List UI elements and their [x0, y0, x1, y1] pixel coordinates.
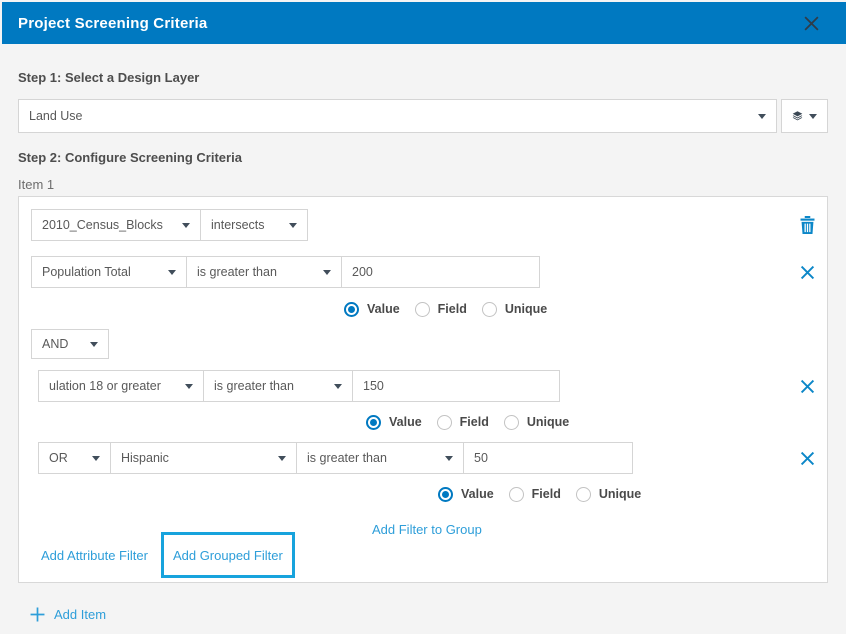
filter-field-select[interactable]: Population Total — [31, 256, 187, 288]
radio-label[interactable]: Value — [367, 302, 400, 316]
group-filter-field-select[interactable]: ulation 18 or greater — [38, 370, 204, 402]
group-filter-value-input[interactable] — [352, 370, 560, 402]
spatial-operator-select[interactable]: intersects — [200, 209, 308, 241]
chevron-down-icon — [289, 223, 297, 228]
radio-option-field[interactable]: Field — [437, 415, 489, 430]
group-filter-field-value: Hispanic — [121, 451, 169, 465]
radio-option-unique[interactable]: Unique — [482, 302, 547, 317]
group-filter-operator-value: is greater than — [214, 379, 294, 393]
radio-icon[interactable] — [482, 302, 497, 317]
remove-filter-icon[interactable] — [800, 379, 815, 394]
chevron-down-icon — [323, 270, 331, 275]
attribute-filter-row: Population Total is greater than — [31, 256, 815, 288]
group-filter-operator-value: is greater than — [307, 451, 387, 465]
dialog-header: Project Screening Criteria — [2, 2, 846, 44]
filter-field-value: Population Total — [42, 265, 131, 279]
remove-filter-icon[interactable] — [800, 451, 815, 466]
chevron-down-icon — [278, 456, 286, 461]
filter-operator-select[interactable]: is greater than — [186, 256, 342, 288]
step2-label: Step 2: Configure Screening Criteria — [18, 150, 828, 165]
radio-label[interactable]: Field — [438, 302, 467, 316]
project-screening-dialog: Project Screening Criteria Step 1: Selec… — [0, 2, 846, 622]
group-conjunction-select[interactable]: AND — [31, 329, 109, 359]
radio-option-field[interactable]: Field — [415, 302, 467, 317]
add-attribute-filter-link[interactable]: Add Attribute Filter — [41, 548, 148, 563]
criteria-layer-value: 2010_Census_Blocks — [42, 218, 163, 232]
radio-option-field[interactable]: Field — [509, 487, 561, 502]
group-filter-operator-select[interactable]: is greater than — [203, 370, 353, 402]
chevron-down-icon — [90, 342, 98, 347]
radio-option-unique[interactable]: Unique — [576, 487, 641, 502]
group-filter-row: OR Hispanic is greater than — [38, 442, 815, 474]
filter-conjunction-value: OR — [49, 451, 68, 465]
radio-icon[interactable] — [504, 415, 519, 430]
spatial-operator-value: intersects — [211, 218, 265, 232]
group-filter-value-input[interactable] — [463, 442, 633, 474]
radio-selected-icon[interactable] — [344, 302, 359, 317]
chevron-down-icon — [334, 384, 342, 389]
filter-conjunction-select[interactable]: OR — [38, 442, 111, 474]
dialog-title: Project Screening Criteria — [18, 15, 207, 32]
add-filter-to-group-link[interactable]: Add Filter to Group — [372, 522, 482, 537]
radio-icon[interactable] — [576, 487, 591, 502]
radio-selected-icon[interactable] — [438, 487, 453, 502]
chevron-down-icon — [758, 114, 766, 119]
group-filter-field-select[interactable]: Hispanic — [110, 442, 297, 474]
design-layer-select[interactable]: Land Use — [18, 99, 777, 133]
design-layer-row: Land Use — [18, 99, 828, 133]
chevron-down-icon — [92, 456, 100, 461]
radio-label[interactable]: Unique — [527, 415, 569, 429]
radio-label[interactable]: Unique — [505, 302, 547, 316]
layers-icon — [792, 109, 803, 123]
chevron-down-icon — [182, 223, 190, 228]
step1-label: Step 1: Select a Design Layer — [18, 70, 828, 85]
add-item-button[interactable]: Add Item — [30, 607, 828, 622]
dialog-body: Step 1: Select a Design Layer Land Use S… — [0, 70, 846, 622]
radio-option-value[interactable]: Value — [438, 487, 494, 502]
layer-list-button[interactable] — [781, 99, 828, 133]
radio-option-value[interactable]: Value — [366, 415, 422, 430]
filter-mode-radio-group: Value Field Unique — [438, 486, 815, 502]
add-item-label[interactable]: Add Item — [54, 607, 106, 622]
radio-label[interactable]: Value — [461, 487, 494, 501]
radio-label[interactable]: Field — [460, 415, 489, 429]
add-grouped-filter-highlight: Add Grouped Filter — [161, 532, 295, 578]
group-filter-row: ulation 18 or greater is greater than — [38, 370, 815, 402]
plus-icon — [30, 607, 45, 622]
close-icon[interactable] — [803, 15, 820, 32]
radio-icon[interactable] — [437, 415, 452, 430]
radio-icon[interactable] — [509, 487, 524, 502]
layer-operator-row: 2010_Census_Blocks intersects — [31, 209, 815, 241]
radio-selected-icon[interactable] — [366, 415, 381, 430]
chevron-down-icon — [809, 114, 817, 119]
radio-icon[interactable] — [415, 302, 430, 317]
chevron-down-icon — [445, 456, 453, 461]
criteria-layer-select[interactable]: 2010_Census_Blocks — [31, 209, 201, 241]
design-layer-value: Land Use — [29, 109, 83, 123]
radio-option-value[interactable]: Value — [344, 302, 400, 317]
filter-operator-value: is greater than — [197, 265, 277, 279]
trash-icon[interactable] — [800, 216, 815, 234]
radio-option-unique[interactable]: Unique — [504, 415, 569, 430]
group-conjunction-value: AND — [42, 337, 68, 351]
remove-filter-icon[interactable] — [800, 265, 815, 280]
chevron-down-icon — [185, 384, 193, 389]
add-grouped-filter-link[interactable]: Add Grouped Filter — [173, 548, 283, 563]
item-1-label: Item 1 — [18, 177, 828, 192]
filter-value-input[interactable] — [341, 256, 540, 288]
radio-label[interactable]: Value — [389, 415, 422, 429]
radio-label[interactable]: Unique — [599, 487, 641, 501]
group-filter-operator-select[interactable]: is greater than — [296, 442, 464, 474]
panel-footer-links: Add Attribute Filter Add Grouped Filter — [41, 532, 815, 578]
radio-label[interactable]: Field — [532, 487, 561, 501]
chevron-down-icon — [168, 270, 176, 275]
filter-mode-radio-group: Value Field Unique — [344, 301, 815, 317]
item-1-panel: 2010_Census_Blocks intersects — [18, 196, 828, 583]
group-filter-field-value: ulation 18 or greater — [49, 379, 161, 393]
filter-mode-radio-group: Value Field Unique — [366, 414, 815, 430]
